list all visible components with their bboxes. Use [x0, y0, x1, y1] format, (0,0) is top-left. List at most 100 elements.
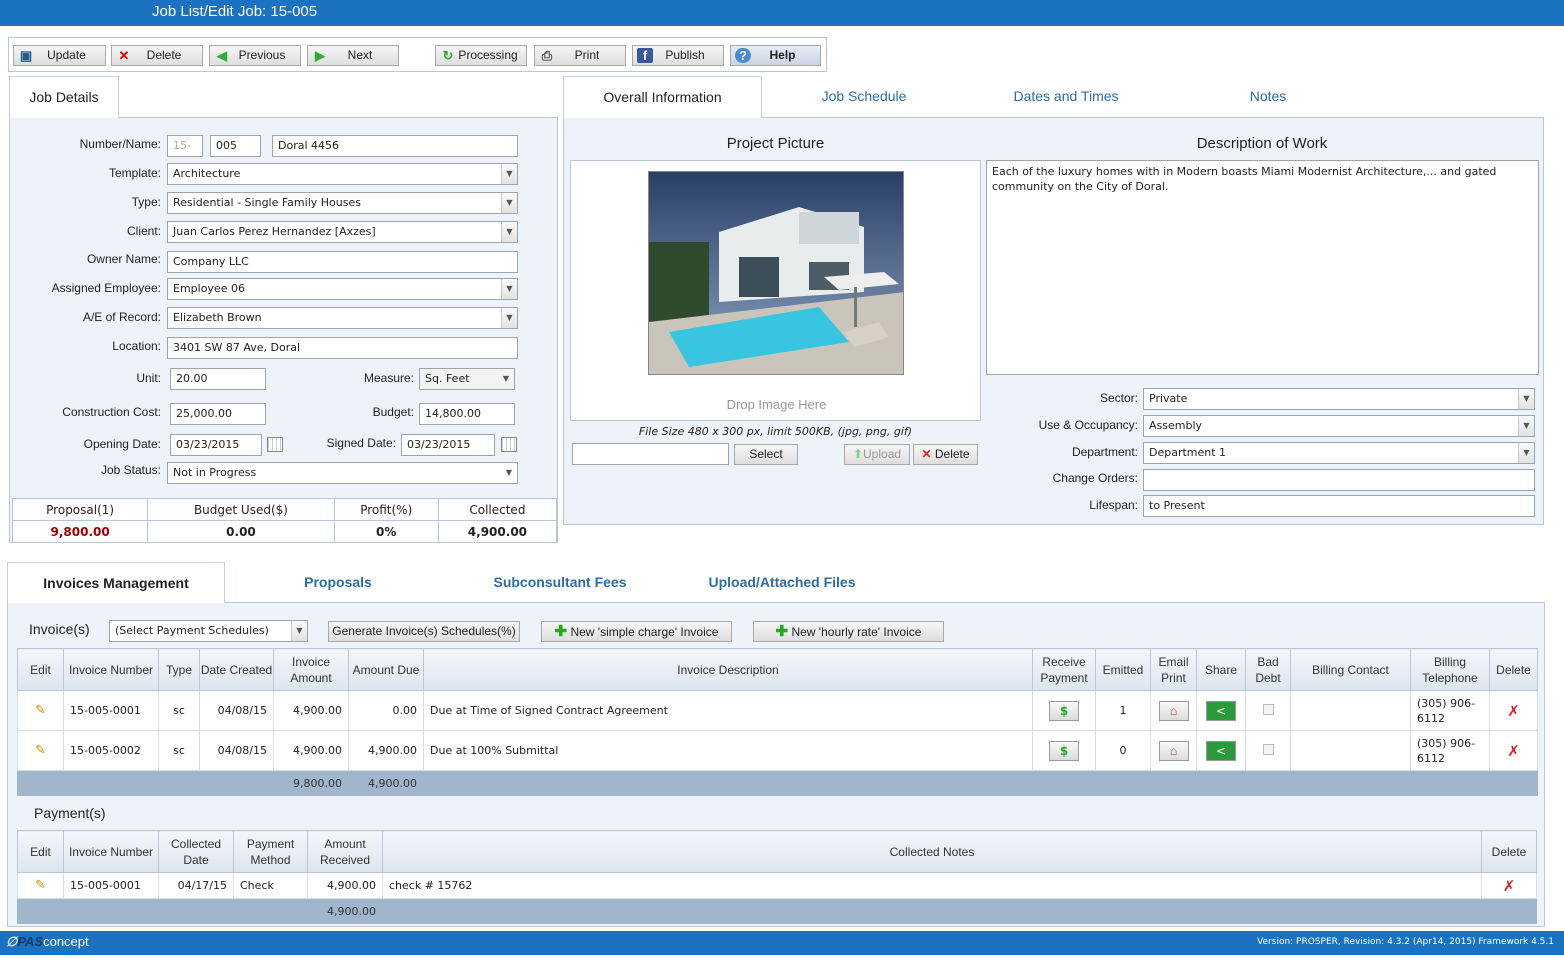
- measure-select[interactable]: Sq. Feet ▼: [419, 368, 515, 390]
- dollar-icon[interactable]: $: [1049, 700, 1079, 721]
- upload-button[interactable]: ⬆Upload: [844, 444, 910, 465]
- payment-schedule-select[interactable]: (Select Payment Schedules) ▼: [109, 620, 308, 642]
- delete-icon[interactable]: ✗: [1503, 877, 1516, 895]
- pencil-icon[interactable]: ✎: [34, 703, 48, 718]
- unit-field[interactable]: 20.00: [170, 368, 266, 390]
- owner-label: Owner Name:: [86, 252, 161, 266]
- template-select[interactable]: Architecture ▼: [167, 163, 518, 185]
- invoice-amount: 4,900.00: [273, 690, 349, 731]
- invoices-label: Invoice(s): [29, 621, 90, 637]
- file-size-hint: File Size 480 x 300 px, limit 500KB, (jp…: [638, 425, 913, 438]
- opening-date-field[interactable]: 03/23/2015: [170, 434, 262, 456]
- occupancy-label: Use & Occupancy:: [1038, 418, 1138, 432]
- generate-schedules-button[interactable]: Generate Invoice(s) Schedules(%): [328, 621, 520, 642]
- owner-field[interactable]: Company LLC: [167, 251, 518, 273]
- billing-contact: [1290, 730, 1411, 771]
- occupancy-select[interactable]: Assembly ▼: [1143, 415, 1535, 437]
- payment-date: 04/17/15: [158, 872, 234, 899]
- chevron-down-icon: ▼: [291, 621, 307, 641]
- new-hourly-invoice-button[interactable]: ✚ New 'hourly rate' Invoice: [753, 621, 944, 642]
- print-button[interactable]: ⎙ Print: [534, 45, 626, 66]
- description-textarea[interactable]: Each of the luxury homes with in Modern …: [986, 160, 1539, 375]
- calendar-icon[interactable]: [501, 437, 517, 452]
- col-delete: Delete: [1489, 648, 1538, 691]
- invoice-description: Due at 100% Submittal: [423, 730, 1033, 771]
- share-icon[interactable]: <: [1206, 700, 1236, 721]
- col-invoice-description: Invoice Description: [423, 648, 1033, 691]
- bad-debt-checkbox[interactable]: [1262, 703, 1274, 715]
- employee-label: Assigned Employee:: [51, 281, 161, 295]
- tab-notes[interactable]: Notes: [1168, 76, 1368, 116]
- email-print-icon[interactable]: ⌂: [1158, 700, 1189, 721]
- new-simple-invoice-button[interactable]: ✚ New 'simple charge' Invoice: [541, 621, 732, 642]
- dollar-icon[interactable]: $: [1049, 740, 1079, 761]
- pencil-icon[interactable]: ✎: [34, 878, 48, 893]
- signed-date-field[interactable]: 03/23/2015: [401, 434, 495, 456]
- chevron-down-icon: ▼: [502, 374, 510, 383]
- pencil-icon[interactable]: ✎: [34, 743, 48, 758]
- lifespan-field[interactable]: to Present: [1143, 495, 1535, 517]
- number-field[interactable]: 005: [210, 135, 261, 157]
- update-button[interactable]: ▣ Update: [13, 45, 106, 66]
- tab-subconsultant-fees[interactable]: Subconsultant Fees: [451, 562, 669, 602]
- tab-dates-and-times[interactable]: Dates and Times: [966, 76, 1166, 116]
- tab-invoices-management[interactable]: Invoices Management: [7, 562, 225, 603]
- processing-button[interactable]: ↻ Processing: [435, 45, 527, 66]
- opening-label: Opening Date:: [83, 437, 161, 451]
- share-icon[interactable]: <: [1206, 740, 1236, 761]
- col-billing-contact: Billing Contact: [1290, 648, 1411, 691]
- select-file-button[interactable]: Select: [734, 444, 798, 465]
- file-path-field[interactable]: [572, 443, 729, 465]
- previous-button[interactable]: ◀ Previous: [209, 45, 301, 66]
- chevron-down-icon: ▼: [1518, 443, 1534, 463]
- email-print-icon[interactable]: ⌂: [1158, 740, 1189, 761]
- tab-proposals[interactable]: Proposals: [229, 562, 447, 602]
- col-amount-due: Amount Due: [348, 648, 424, 691]
- next-button[interactable]: ▶ Next: [307, 45, 399, 66]
- bad-debt-checkbox[interactable]: [1262, 743, 1274, 755]
- col-payment-method: Payment Method: [233, 830, 308, 873]
- col-share: Share: [1196, 648, 1246, 691]
- delete-button[interactable]: ✕ Delete: [111, 45, 203, 66]
- calendar-icon[interactable]: [267, 437, 283, 452]
- cost-field[interactable]: 25,000.00: [170, 403, 266, 425]
- summary-collected-value: 4,900.00: [437, 520, 558, 543]
- col-bad-debt: Bad Debt: [1245, 648, 1291, 691]
- delete-picture-button[interactable]: ✕ Delete: [913, 444, 978, 465]
- picture-drop-zone[interactable]: Drop Image Here: [570, 160, 981, 421]
- logo-icon: ∅: [6, 934, 18, 949]
- name-field[interactable]: Doral 4456: [272, 135, 518, 157]
- chevron-down-icon: ▼: [1518, 389, 1534, 409]
- chevron-down-icon: ▼: [501, 193, 517, 213]
- col-edit: Edit: [17, 830, 64, 873]
- col-emitted: Emitted: [1095, 648, 1151, 691]
- billing-telephone: (305) 906-6112: [1410, 730, 1490, 771]
- delete-icon[interactable]: ✗: [1507, 742, 1520, 760]
- tab-overall-information[interactable]: Overall Information: [563, 76, 762, 118]
- client-select[interactable]: Juan Carlos Perez Hernandez [Axzes] ▼: [167, 221, 518, 243]
- delete-icon[interactable]: ✗: [1507, 702, 1520, 720]
- summary-header-budget: Budget Used($): [147, 498, 335, 521]
- tab-upload-attached-files[interactable]: Upload/Attached Files: [673, 562, 891, 602]
- sector-select[interactable]: Private ▼: [1143, 388, 1535, 410]
- location-field[interactable]: 3401 SW 87 Ave, Doral: [167, 337, 518, 359]
- status-select[interactable]: Not in Progress ▼: [167, 462, 518, 484]
- version-text: Version: PROSPER, Revision: 4.3.2 (Apr14…: [1257, 937, 1554, 947]
- change-orders-field[interactable]: [1143, 469, 1535, 491]
- col-collected-date: Collected Date: [158, 830, 234, 873]
- help-button[interactable]: ? Help: [730, 45, 821, 66]
- invoice-type: sc: [158, 690, 200, 731]
- invoice-emitted: 0: [1095, 730, 1151, 771]
- col-date-created: Date Created: [199, 648, 274, 691]
- budget-field[interactable]: 14,800.00: [419, 403, 515, 425]
- table-row: ✎ 15-005-0001 sc 04/08/15 4,900.00 0.00 …: [17, 690, 1538, 731]
- ae-select[interactable]: Elizabeth Brown ▼: [167, 307, 518, 329]
- project-picture-title: Project Picture: [726, 135, 825, 152]
- tab-job-details[interactable]: Job Details: [9, 76, 119, 118]
- publish-button[interactable]: f Publish: [632, 45, 724, 66]
- tab-job-schedule[interactable]: Job Schedule: [764, 76, 964, 116]
- department-select[interactable]: Department 1 ▼: [1143, 442, 1535, 464]
- invoice-number: 15-005-0002: [63, 730, 159, 771]
- type-select[interactable]: Residential - Single Family Houses ▼: [167, 192, 518, 214]
- employee-select[interactable]: Employee 06 ▼: [167, 278, 518, 300]
